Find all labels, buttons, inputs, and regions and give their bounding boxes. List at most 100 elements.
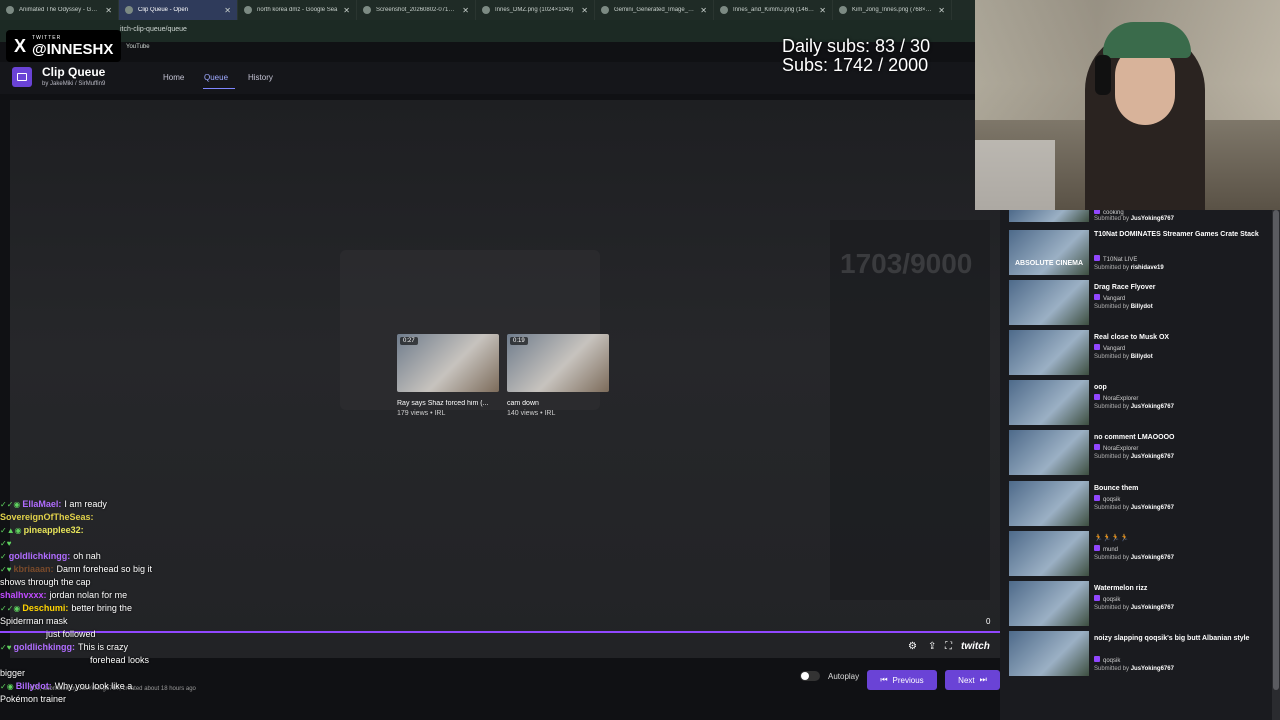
queue-item-submitter: Submitted by JusYoking6767 bbox=[1094, 605, 1174, 611]
chat-text: forehead looks bbox=[90, 655, 150, 665]
suggested-clip-thumbnail[interactable]: 0:19 bbox=[507, 334, 609, 392]
toggle-knob bbox=[801, 672, 809, 680]
queue-item-title[interactable]: Real close to Musk OX bbox=[1094, 333, 1264, 343]
queue-item-title[interactable]: oop bbox=[1094, 383, 1264, 393]
tab-close-icon[interactable]: ✕ bbox=[343, 6, 350, 15]
chat-overlay: ✓✓◉ EllaMael: I am ready SovereignOfTheSea… bbox=[0, 498, 260, 706]
queue-item[interactable]: Real close to Musk OX Vangard Submitted … bbox=[1009, 330, 1271, 378]
chat-message: Spiderman mask bbox=[0, 615, 260, 628]
address-url[interactable]: itch-clip-queue/queue bbox=[120, 26, 187, 33]
tab-close-icon[interactable]: ✕ bbox=[105, 6, 112, 15]
queue-item-channel: NoraExplorer bbox=[1094, 444, 1138, 452]
chat-badge-icon: ✓♥ bbox=[0, 539, 12, 548]
browser-tab[interactable]: Innes_DMZ.png (1024×1040) ✕ bbox=[476, 0, 595, 20]
video-overlay-counter: 1703/9000 bbox=[840, 248, 973, 279]
chat-badge-icon: ✓◉ bbox=[0, 682, 14, 691]
suggested-clip-card[interactable]: 0:19 cam down 140 views • IRL bbox=[507, 334, 612, 417]
chat-username: SovereignOfTheSeas: bbox=[0, 512, 94, 522]
browser-tab[interactable]: Gemini_Generated_Image_xz9i ✕ bbox=[595, 0, 714, 20]
channel-icon bbox=[1094, 656, 1100, 662]
chat-text: jordan nolan for me bbox=[49, 590, 128, 600]
queue-item-thumbnail[interactable] bbox=[1009, 481, 1089, 526]
suggested-clip-meta: 179 views • IRL bbox=[397, 410, 446, 417]
app-authors: by JakeMiki / SirMuffin9 bbox=[42, 81, 105, 87]
browser-tab[interactable]: Screenshot_20260802-071502... ✕ bbox=[357, 0, 476, 20]
queue-item-title[interactable]: Watermelon rizz bbox=[1094, 584, 1264, 594]
chat-message: bigger bbox=[0, 667, 260, 680]
browser-tab[interactable]: Innes_and_KimmJ.png (1462×1 ✕ bbox=[714, 0, 833, 20]
queue-item-thumbnail[interactable] bbox=[1009, 430, 1089, 475]
queue-item[interactable]: 🏃🏃🏃🏃 mund Submitted by JusYoking6767 bbox=[1009, 531, 1271, 579]
queue-item-thumbnail[interactable] bbox=[1009, 531, 1089, 576]
queue-item-thumbnail[interactable]: ABSOLUTE CINEMA bbox=[1009, 230, 1089, 275]
fullscreen-icon[interactable]: ⛶ bbox=[945, 641, 952, 652]
queue-item-title[interactable]: noizy slapping qoqsik's big butt Albania… bbox=[1094, 634, 1264, 644]
suggested-clip-card[interactable]: 0:27 Ray says Shaz forced him (... 179 v… bbox=[397, 334, 502, 417]
queue-item-thumbnail[interactable] bbox=[1009, 581, 1089, 626]
nav-history[interactable]: History bbox=[248, 73, 273, 82]
chat-username: shalhvxxx: bbox=[0, 590, 47, 600]
queue-item-title[interactable]: no comment LMAOOOO bbox=[1094, 433, 1264, 443]
queue-item-thumbnail[interactable] bbox=[1009, 280, 1089, 325]
author-link[interactable]: SirMuffin9 bbox=[78, 81, 105, 87]
queue-item-thumbnail[interactable] bbox=[1009, 631, 1089, 676]
tab-favicon-icon bbox=[601, 6, 609, 14]
twitch-logo[interactable]: twitch bbox=[961, 641, 990, 652]
channel-icon bbox=[1094, 294, 1100, 300]
tab-close-icon[interactable]: ✕ bbox=[462, 6, 469, 15]
browser-tab[interactable]: Kim_Jong_Innes.png (768×136 ✕ bbox=[833, 0, 952, 20]
queue-item-thumbnail[interactable] bbox=[1009, 330, 1089, 375]
author-link[interactable]: JakeMiki bbox=[50, 81, 73, 87]
queue-item[interactable]: Watermelon rizz qoqsik Submitted by JusY… bbox=[1009, 581, 1271, 629]
queue-item-channel: T10Nat LIVE bbox=[1094, 255, 1137, 263]
thumbnail-text: ABSOLUTE CINEMA bbox=[1015, 260, 1084, 267]
queue-scrollbar[interactable] bbox=[1272, 210, 1280, 720]
bookmark-youtube[interactable]: YouTube bbox=[126, 44, 150, 50]
chat-badge-icon: ✓▲◉ bbox=[0, 526, 22, 535]
queue-item-thumbnail[interactable] bbox=[1009, 380, 1089, 425]
queue-item-title[interactable]: Bounce them bbox=[1094, 484, 1264, 494]
scrollbar-thumb[interactable] bbox=[1273, 210, 1279, 690]
queue-item[interactable]: noizy slapping qoqsik's big butt Albania… bbox=[1009, 631, 1271, 679]
queue-item[interactable]: oop NoraExplorer Submitted by JusYoking6… bbox=[1009, 380, 1271, 428]
queue-item-title[interactable]: T10Nat DOMINATES Streamer Games Crate St… bbox=[1094, 230, 1264, 240]
suggested-clip-title[interactable]: cam down bbox=[507, 400, 612, 407]
chat-username: EllaMael: bbox=[22, 499, 62, 509]
headphones-icon bbox=[1095, 55, 1111, 95]
queue-item-title[interactable]: 🏃🏃🏃🏃 bbox=[1094, 534, 1264, 544]
clip-queue-logo-icon[interactable] bbox=[12, 67, 32, 87]
queue-item-thumbnail[interactable] bbox=[1009, 210, 1089, 222]
tab-close-icon[interactable]: ✕ bbox=[938, 6, 945, 15]
queue-item-title[interactable]: Drag Race Flyover bbox=[1094, 283, 1264, 293]
queue-item[interactable]: Drag Race Flyover Vangard Submitted by B… bbox=[1009, 280, 1271, 328]
chat-username: Billydot: bbox=[15, 681, 52, 691]
settings-gear-icon[interactable]: ⚙ bbox=[908, 641, 917, 652]
tab-label: Clip Queue - Open bbox=[138, 7, 189, 13]
tab-close-icon[interactable]: ✕ bbox=[581, 6, 588, 15]
chat-text: Pokémon trainer bbox=[0, 694, 67, 704]
browser-tab[interactable]: Animated The Odyssey - Googl ✕ bbox=[0, 0, 119, 20]
tab-close-icon[interactable]: ✕ bbox=[700, 6, 707, 15]
nav-home[interactable]: Home bbox=[163, 73, 184, 82]
autoplay-toggle[interactable] bbox=[800, 671, 820, 681]
share-icon[interactable]: ⇪ bbox=[928, 641, 936, 652]
queue-item[interactable]: cooking Submitted by JusYoking6767 bbox=[1009, 210, 1271, 222]
app-title[interactable]: Clip Queue bbox=[42, 65, 105, 79]
browser-tab-active[interactable]: Clip Queue - Open ✕ bbox=[119, 0, 238, 20]
twitter-handle-overlay: X TWITTER @INNESHX bbox=[6, 30, 122, 62]
next-button[interactable]: Next ⏭ bbox=[945, 670, 1000, 690]
chat-badge-icon: ✓✓◉ bbox=[0, 500, 21, 509]
queue-item-submitter: Submitted by JusYoking6767 bbox=[1094, 505, 1174, 511]
author-separator: / bbox=[75, 81, 77, 87]
suggested-clip-title[interactable]: Ray says Shaz forced him (... bbox=[397, 400, 502, 407]
suggested-clip-thumbnail[interactable]: 0:27 bbox=[397, 334, 499, 392]
queue-item[interactable]: no comment LMAOOOO NoraExplorer Submitte… bbox=[1009, 430, 1271, 478]
browser-tab[interactable]: north korea dmz - Google Sea ✕ bbox=[238, 0, 357, 20]
tab-favicon-icon bbox=[125, 6, 133, 14]
queue-item[interactable]: Bounce them qoqsik Submitted by JusYokin… bbox=[1009, 481, 1271, 529]
tab-close-icon[interactable]: ✕ bbox=[819, 6, 826, 15]
previous-button[interactable]: ⏮ Previous bbox=[867, 670, 937, 690]
queue-item[interactable]: ABSOLUTE CINEMA T10Nat DOMINATES Streame… bbox=[1009, 230, 1271, 278]
nav-queue[interactable]: Queue bbox=[204, 73, 228, 82]
tab-close-icon[interactable]: ✕ bbox=[224, 6, 231, 15]
